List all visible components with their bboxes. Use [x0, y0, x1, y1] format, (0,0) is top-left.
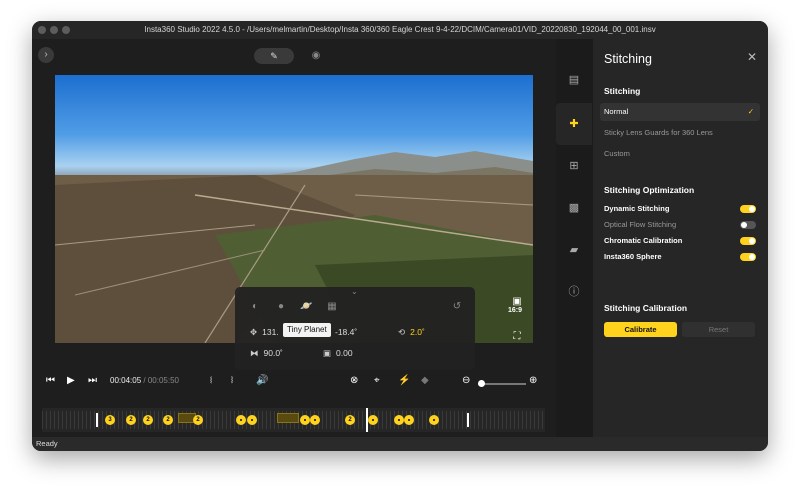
toggle-switch[interactable] [740, 253, 756, 261]
stitching-option-custom[interactable]: Custom [600, 145, 760, 163]
keyframe[interactable]: 2 [193, 415, 203, 425]
free-view-icon[interactable]: ◐ [249, 301, 261, 313]
close-circle-icon[interactable]: ⊗ [350, 374, 358, 388]
keyframe[interactable] [404, 415, 414, 425]
minimize-window-button[interactable] [50, 26, 58, 34]
time-display: 00:04:05 / 00:05:50 [110, 376, 179, 385]
keyframe[interactable] [300, 415, 310, 425]
close-window-button[interactable] [38, 26, 46, 34]
flash-icon[interactable]: ⚡ [398, 374, 410, 388]
tilt-param[interactable]: -18.4˚ [335, 327, 357, 337]
reset-view-icon[interactable]: ↺ [451, 301, 463, 313]
zoom-window-button[interactable] [62, 26, 70, 34]
toggle-chromatic-calibration[interactable]: Chromatic Calibration [604, 235, 756, 247]
skip-back-icon[interactable]: ⏮ [46, 374, 55, 388]
keyframe[interactable] [236, 415, 246, 425]
tiny-planet-icon[interactable]: 🪐 [300, 301, 312, 313]
trim-start-icon[interactable]: ⧙ [210, 374, 212, 388]
keyframe[interactable]: 3 [105, 415, 115, 425]
expand-icon[interactable]: ⛶ [510, 331, 524, 343]
stitching-heading: Stitching [604, 86, 641, 96]
calibration-heading: Stitching Calibration [604, 303, 688, 313]
calibrate-button[interactable]: Calibrate [604, 322, 677, 337]
eye-icon[interactable]: ◉ [308, 48, 324, 64]
camera-tool-icon[interactable]: ▤ [556, 59, 592, 101]
trim-start-handle[interactable] [96, 413, 98, 427]
keyframe[interactable]: 2 [126, 415, 136, 425]
app-window: Insta360 Studio 2022 4.5.0 - /Users/melm… [32, 21, 768, 451]
chevron-down-icon[interactable]: ⌄ [351, 287, 358, 296]
volume-icon[interactable]: 🔊 [256, 374, 268, 388]
filter-icon[interactable]: ▩ [556, 187, 592, 229]
toggle-insta360-sphere[interactable]: Insta360 Sphere [604, 251, 756, 263]
zoom-slider-handle[interactable] [478, 380, 485, 387]
status-bar: Ready [32, 437, 768, 451]
view-mode-popup: ⌄ ◐ ● 🪐 ▦ ↺ Tiny Planet ✥ 131. -18.4˚ ⟲ 2.… [235, 287, 475, 370]
chevron-right-icon[interactable]: › [38, 47, 54, 63]
audio-icon[interactable]: ▰ [556, 229, 592, 271]
pan-param[interactable]: ✥ 131. [250, 327, 279, 338]
keyframe[interactable] [310, 415, 320, 425]
zoom-slider[interactable] [478, 383, 526, 385]
video-add-icon[interactable]: ⊞ [556, 145, 592, 187]
playhead[interactable] [366, 408, 368, 432]
title-bar: Insta360 Studio 2022 4.5.0 - /Users/melm… [32, 21, 768, 39]
roll-param[interactable]: ⟲ 2.0˚ [398, 327, 425, 338]
tool-sidebar: ▤ ✚ ⊞ ▩ ▰ ⓘ [556, 39, 592, 437]
skip-forward-icon[interactable]: ⏭ [88, 374, 97, 388]
timeline[interactable]: 3 2 2 2 2 2 [42, 408, 545, 432]
toggle-dynamic-stitching[interactable]: Dynamic Stitching [604, 203, 756, 215]
toggle-switch[interactable] [740, 205, 756, 213]
flat-view-icon[interactable]: ▦ [326, 301, 338, 313]
edit-mode-button[interactable]: ✎ [254, 48, 294, 64]
stitching-option-lens-guards[interactable]: Sticky Lens Guards for 360 Lens [600, 124, 760, 142]
fov-icon: ⧓ [250, 348, 259, 358]
keyframe[interactable] [429, 415, 439, 425]
target-icon[interactable]: ⌖ [374, 374, 380, 388]
tooltip: Tiny Planet [283, 323, 331, 337]
move-icon: ✥ [250, 327, 258, 337]
fov-param[interactable]: ⧓ 90.0˚ [250, 348, 283, 359]
stitching-puzzle-icon[interactable]: ✚ [556, 103, 592, 145]
keyframe[interactable]: 2 [163, 415, 173, 425]
sphere-view-icon[interactable]: ● [275, 301, 287, 313]
keyframe-icon[interactable]: ◆ [421, 374, 429, 388]
keyframe[interactable] [247, 415, 257, 425]
camera-icon: ▣ [323, 348, 332, 358]
playback-controls: ⏮ ▶ ⏭ 00:04:05 / 00:05:50 ⧙ ⧘ 🔊 ⊗ ⌖ ⚡ ◆ … [32, 369, 592, 393]
screen-mode-icon[interactable]: ▣ [510, 296, 524, 308]
edit-icon: ✎ [270, 51, 278, 61]
trim-end-handle[interactable] [467, 413, 469, 427]
keyframe[interactable]: 2 [143, 415, 153, 425]
keyframe[interactable]: 2 [345, 415, 355, 425]
info-icon[interactable]: ⓘ [556, 271, 592, 313]
keyframe[interactable] [368, 415, 378, 425]
keyframe[interactable] [394, 415, 404, 425]
zoom-out-icon[interactable]: ⊖ [462, 374, 470, 388]
toggle-switch[interactable] [740, 221, 756, 229]
aspect-ratio-label[interactable]: 16:9 [508, 307, 522, 314]
zoom-in-icon[interactable]: ⊕ [529, 374, 537, 388]
window-title: Insta360 Studio 2022 4.5.0 - /Users/melm… [144, 25, 656, 34]
optimization-heading: Stitching Optimization [604, 185, 695, 195]
stitching-panel: Stitching ✕ Stitching Normal ✓ Sticky Le… [593, 39, 768, 437]
rotate-icon: ⟲ [398, 327, 406, 337]
toggle-optical-flow[interactable]: Optical Flow Stitching [604, 219, 756, 231]
editor-area: › ✎ ◉ 16:9 ⛶ ▣ ⌄ ◐ ● 🪐 ▦ ↺ Tiny Planet ✥… [32, 39, 592, 437]
panel-title: Stitching [604, 52, 652, 66]
stitching-option-normal[interactable]: Normal ✓ [600, 103, 760, 121]
reset-button[interactable]: Reset [682, 322, 755, 337]
trim-end-icon[interactable]: ⧘ [231, 374, 233, 388]
clip-marker[interactable] [277, 413, 299, 423]
check-icon: ✓ [747, 107, 754, 116]
toggle-switch[interactable] [740, 237, 756, 245]
play-icon[interactable]: ▶ [67, 374, 75, 388]
close-icon[interactable]: ✕ [747, 50, 757, 64]
distance-param[interactable]: ▣ 0.00 [323, 348, 353, 359]
